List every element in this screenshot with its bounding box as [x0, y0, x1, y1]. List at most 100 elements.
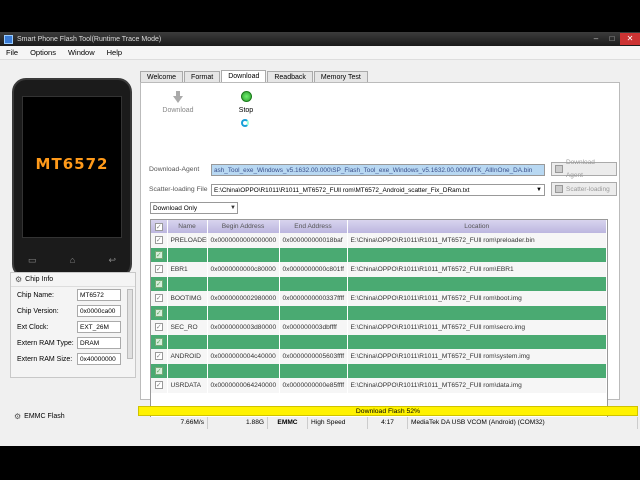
table-row[interactable]: ✓ — [151, 305, 607, 320]
name-column-header: Name — [167, 220, 208, 233]
table-row[interactable]: ✓ EBR1 0x0000000000c80000 0x0000000000c8… — [151, 262, 607, 277]
select-all-header[interactable]: ✓ — [151, 220, 168, 233]
close-button[interactable]: ✕ — [620, 33, 640, 45]
location-column-header: Location — [347, 220, 607, 233]
table-row[interactable]: ✓ SEC_RO 0x0000000003d80000 0x000000003d… — [151, 320, 607, 335]
menu-help[interactable]: Help — [101, 48, 128, 57]
row-checkbox[interactable]: ✓ — [154, 279, 163, 288]
row-checkbox[interactable]: ✓ — [154, 366, 163, 375]
table-row[interactable]: ✓ — [151, 334, 607, 349]
chip-name-label: Chip Name: — [17, 291, 54, 299]
select-all-checkbox[interactable]: ✓ — [154, 222, 163, 231]
end-address: 0x0000000000e85ffff — [279, 378, 348, 393]
status-size: 1.88G — [208, 417, 268, 429]
row-checkbox[interactable]: ✓ — [154, 294, 163, 303]
row-checkbox[interactable]: ✓ — [154, 381, 163, 390]
download-agent-button-label: Download Agent — [565, 159, 595, 179]
end-address — [279, 334, 348, 349]
table-row[interactable]: ✓ — [151, 276, 607, 291]
row-checkbox[interactable]: ✓ — [154, 337, 163, 346]
download-button[interactable]: Download — [153, 91, 203, 114]
stop-button[interactable]: Stop — [221, 91, 271, 114]
row-checkbox[interactable]: ✓ — [154, 308, 163, 317]
location: E:\China\OPPO\R1011\R1011_MT6572_FUll ro… — [347, 233, 607, 248]
row-checkbox[interactable]: ✓ — [154, 236, 163, 245]
table-row[interactable]: ✓ — [151, 247, 607, 262]
scatter-path-field[interactable]: E:\China\OPPO\R1011\R1011_MT6572_FUll ro… — [211, 183, 545, 196]
stop-button-label: Stop — [238, 107, 254, 114]
phone-back-key-icon: ▭ — [28, 255, 37, 265]
row-checkbox[interactable]: ✓ — [154, 323, 163, 332]
download-mode-select[interactable]: Download Only ▼ — [150, 202, 238, 214]
partition-name — [167, 334, 208, 349]
row-checkbox[interactable]: ✓ — [154, 250, 163, 259]
table-row[interactable]: ✓ ANDROID 0x0000000004c40000 0x000000000… — [151, 349, 607, 364]
table-header-row: ✓ Name Begin Address End Address Locatio… — [151, 220, 607, 233]
begin-address — [207, 276, 280, 291]
chip-name-value: MT6572 — [77, 289, 121, 301]
chip-info-row: Chip Version: 0x0000ca00 — [11, 303, 135, 319]
phone-chip-label: MT6572 — [35, 155, 109, 173]
download-agent-label: Download-Agent — [149, 166, 200, 173]
row-checkbox[interactable]: ✓ — [154, 352, 163, 361]
end-address — [279, 363, 348, 378]
download-agent-path-field[interactable]: ash_Tool_exe_Windows_v5.1632.00.000\SP_F… — [211, 163, 545, 176]
busy-spinner-icon — [241, 119, 249, 127]
table-row[interactable]: ✓ BOOTIMG 0x0000000002980000 0x000000000… — [151, 291, 607, 306]
menu-file[interactable]: File — [0, 48, 24, 57]
minimize-button[interactable]: – — [588, 33, 604, 45]
menu-window[interactable]: Window — [62, 48, 101, 57]
status-port: MediaTek DA USB VCOM (Android) (COM32) — [408, 417, 638, 429]
gear-icon: ⚙ — [15, 275, 23, 284]
download-agent-button[interactable]: Download Agent — [551, 159, 617, 179]
end-address — [279, 247, 348, 262]
scatter-loading-button-label: Scatter-loading — [566, 185, 610, 193]
ext-clock-label: Ext Clock: — [17, 323, 49, 331]
begin-address — [207, 363, 280, 378]
chip-info-header: ⚙ Chip Info — [11, 273, 135, 287]
end-address: 0x0000000000337ffff — [279, 291, 348, 306]
partition-name: USRDATA — [167, 378, 208, 393]
chevron-down-icon: ▼ — [230, 205, 236, 211]
chevron-down-icon[interactable]: ▼ — [536, 185, 542, 195]
scatter-path-text: E:\China\OPPO\R1011\R1011_MT6572_FUll ro… — [214, 186, 470, 194]
location — [347, 363, 607, 378]
location — [347, 305, 607, 320]
row-checkbox[interactable]: ✓ — [154, 265, 163, 274]
emmc-flash-label: EMMC Flash — [24, 413, 65, 420]
chip-version-value: 0x0000ca00 — [77, 305, 121, 317]
emmc-flash-section[interactable]: ⚙ EMMC Flash — [14, 412, 65, 421]
chip-version-label: Chip Version: — [17, 307, 59, 315]
scatter-label: Scatter-loading File — [149, 186, 208, 193]
gear-icon: ⚙ — [14, 412, 22, 421]
ram-size-value: 0x40000000 — [77, 353, 121, 365]
partition-table: ✓ Name Begin Address End Address Locatio… — [150, 219, 608, 421]
scatter-loading-button[interactable]: Scatter-loading — [551, 182, 617, 196]
maximize-button[interactable]: □ — [604, 33, 620, 45]
app-window: Smart Phone Flash Tool(Runtime Trace Mod… — [0, 32, 640, 446]
location — [347, 247, 607, 262]
menu-options[interactable]: Options — [24, 48, 62, 57]
partition-name: BOOTIMG — [167, 291, 208, 306]
table-row[interactable]: ✓ PRELOADER 0x0000000000000000 0x0000000… — [151, 233, 607, 248]
progress-text: Download Flash 52% — [355, 408, 421, 415]
ext-clock-value: EXT_26M — [77, 321, 121, 333]
phone-illustration: MT6572 ▭ ⌂ ↩ — [12, 78, 132, 278]
chip-info-title: Chip Info — [25, 276, 54, 283]
chip-info-scrollbar[interactable] — [127, 289, 133, 359]
partition-name — [167, 305, 208, 320]
table-row[interactable]: ✓ USRDATA 0x0000000064240000 0x000000000… — [151, 378, 607, 393]
app-icon — [4, 34, 13, 44]
end-address: 0x0000000000c801ff — [279, 262, 348, 277]
status-storage: EMMC — [268, 417, 308, 429]
end-address-column-header: End Address — [279, 220, 348, 233]
location: E:\China\OPPO\R1011\R1011_MT6572_FUll ro… — [347, 349, 607, 364]
download-button-label: Download — [162, 107, 194, 114]
begin-address — [207, 334, 280, 349]
chip-info-row: Chip Name: MT6572 — [11, 287, 135, 303]
begin-address: 0x0000000000000000 — [207, 233, 280, 248]
phone-menu-key-icon: ↩ — [108, 255, 116, 265]
partition-name — [167, 276, 208, 291]
partition-name: PRELOADER — [167, 233, 208, 248]
table-row[interactable]: ✓ — [151, 363, 607, 378]
